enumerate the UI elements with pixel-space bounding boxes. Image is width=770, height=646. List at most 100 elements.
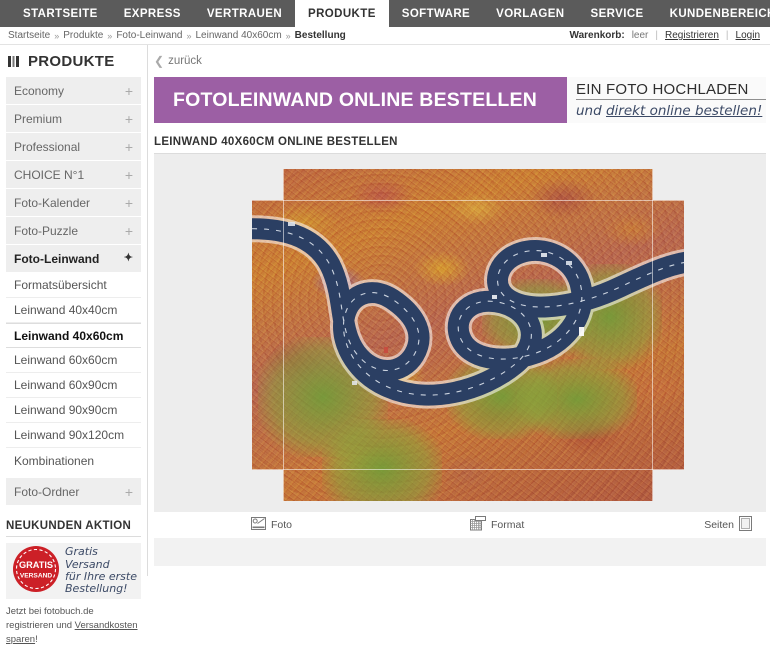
tool-foto[interactable]: Foto — [251, 517, 292, 533]
sidebar-item-label: Premium — [14, 111, 63, 126]
plus-icon: + — [124, 82, 133, 99]
pages-icon — [739, 516, 752, 534]
sidebar-item-choice-no1[interactable]: CHOICE N°1 + — [6, 161, 141, 189]
banner-upload-subline-pre: und — [576, 103, 606, 119]
nav-item-vertrauen[interactable]: VERTRAUEN — [194, 0, 295, 27]
nav-item-express[interactable]: EXPRESS — [111, 0, 194, 27]
sidebar-item-foto-ordner[interactable]: Foto-Ordner + — [6, 478, 141, 506]
promo-note-suffix: ! — [35, 633, 38, 645]
sidebar-subitem-label: Leinwand 60x90cm — [14, 378, 118, 392]
content-bottom-spacer — [154, 538, 766, 566]
nav-label: VERTRAUEN — [206, 7, 283, 20]
chevron-left-icon: ❮ — [154, 54, 165, 68]
gratis-versand-stamp-icon: GRATIS VERSAND — [10, 543, 62, 600]
svg-text:GRATIS: GRATIS — [19, 560, 53, 570]
main-content: ❮ zurück FOTOLEINWAND ONLINE BESTELLEN E… — [148, 45, 770, 576]
sidebar-subitem-label: Leinwand 90x120cm — [14, 428, 125, 442]
breadcrumb-item-leinwand-40x60cm[interactable]: Leinwand 40x60cm — [195, 30, 281, 41]
sidebar-subitem-label: Leinwand 90x90cm — [14, 403, 118, 417]
breadcrumb-item-foto-leinwand[interactable]: Foto-Leinwand — [116, 30, 182, 41]
format-icon — [470, 516, 487, 534]
register-link[interactable]: Registrieren — [665, 30, 719, 41]
nav-label: VORLAGEN — [496, 7, 565, 20]
nav-label: PRODUKTE — [308, 7, 376, 20]
sidebar-subitem-leinwand-90x120cm[interactable]: Leinwand 90x120cm — [6, 423, 141, 448]
banner-upload-subline-link[interactable]: direkt online bestellen! — [606, 103, 762, 119]
sidebar-item-label: Foto-Leinwand — [14, 251, 100, 266]
canvas-toolbar: Foto Format Seiten — [154, 512, 766, 538]
sidebar-subitem-formatuebersicht[interactable]: Formatsübersicht — [6, 273, 141, 298]
page-title: LEINWAND 40X60CM ONLINE BESTELLEN — [154, 136, 766, 154]
plus-icon: + — [124, 110, 133, 127]
canvas-photo-frame[interactable] — [252, 169, 684, 501]
sidebar-item-foto-leinwand[interactable]: Foto-Leinwand ✦ — [6, 245, 141, 273]
breadcrumb-item-produkte[interactable]: Produkte — [63, 30, 103, 41]
sidebar-item-label: Foto-Kalender — [14, 195, 91, 210]
sidebar-item-label: Foto-Puzzle — [14, 223, 79, 238]
back-button[interactable]: ❮ zurück — [148, 45, 202, 68]
nav-item-produkte[interactable]: PRODUKTE — [295, 0, 389, 27]
back-button-label: zurück — [168, 55, 202, 67]
breadcrumb-item-bestellung: Bestellung — [294, 30, 346, 41]
tool-format-label: Format — [491, 519, 525, 531]
sidebar-item-economy[interactable]: Economy + — [6, 77, 141, 105]
divider: | — [725, 30, 729, 41]
sidebar-category-list: Economy + Premium + Professional + CHOIC… — [0, 77, 147, 273]
promo-text: Gratis Versand für Ihre erste Bestellung… — [62, 546, 137, 595]
login-link[interactable]: Login — [736, 30, 760, 41]
top-navigation: STARTSEITE EXPRESS VERTRAUEN PRODUKTE SO… — [0, 0, 770, 27]
banner-upload-callout: EIN FOTO HOCHLADEN und direkt online bes… — [567, 77, 766, 123]
plus-icon: + — [124, 166, 133, 183]
nav-item-service[interactable]: SERVICE — [578, 0, 657, 27]
sidebar-subitem-kombinationen[interactable]: Kombinationen — [6, 448, 141, 473]
tool-seiten-label: Seiten — [704, 519, 734, 531]
banner-title-block: FOTOLEINWAND ONLINE BESTELLEN — [154, 77, 567, 123]
plus-icon: + — [124, 222, 133, 239]
corner-mask-top-right — [653, 169, 684, 200]
cart-value: leer — [631, 30, 649, 41]
sidebar-item-foto-kalender[interactable]: Foto-Kalender + — [6, 189, 141, 217]
banner-upload-subline: und direkt online bestellen! — [576, 103, 766, 119]
sidebar-subitem-leinwand-40x60cm[interactable]: Leinwand 40x60cm — [6, 323, 141, 348]
banner-upload-headline: EIN FOTO HOCHLADEN — [576, 81, 766, 100]
corner-mask-bottom-right — [653, 470, 684, 501]
promo-title: NEUKUNDEN AKTION — [6, 520, 141, 537]
sidebar-item-foto-puzzle[interactable]: Foto-Puzzle + — [6, 217, 141, 245]
promo-note: Jetzt bei fotobuch.de registrieren und V… — [6, 605, 141, 646]
nav-item-startseite[interactable]: STARTSEITE — [10, 0, 111, 27]
sidebar-subitem-leinwand-60x60cm[interactable]: Leinwand 60x60cm — [6, 348, 141, 373]
sidebar-subitem-label: Leinwand 60x60cm — [14, 353, 118, 367]
promo-headline-banner: FOTOLEINWAND ONLINE BESTELLEN EIN FOTO H… — [154, 77, 766, 123]
breadcrumb-item-startseite[interactable]: Startseite — [8, 30, 50, 41]
sidebar-item-professional[interactable]: Professional + — [6, 133, 141, 161]
cart-label: Warenkorb: — [569, 30, 625, 41]
tool-seiten[interactable]: Seiten — [704, 516, 752, 534]
sidebar-subitem-label: Kombinationen — [14, 453, 95, 468]
divider: | — [655, 30, 658, 41]
nav-label: EXPRESS — [123, 7, 181, 20]
nav-item-software[interactable]: SOFTWARE — [389, 0, 483, 27]
sidebar-subitem-leinwand-90x90cm[interactable]: Leinwand 90x90cm — [6, 398, 141, 423]
tool-format[interactable]: Format — [470, 516, 524, 534]
sidebar-subitem-leinwand-40x40cm[interactable]: Leinwand 40x40cm — [6, 298, 141, 323]
corner-mask-top-left — [252, 169, 283, 200]
promo-banner[interactable]: GRATIS VERSAND Gratis Versand für Ihre e… — [6, 543, 141, 599]
sidebar-item-label: CHOICE N°1 — [14, 167, 85, 182]
sidebar-subitem-label: Leinwand 40x60cm — [14, 328, 124, 343]
sidebar-item-premium[interactable]: Premium + — [6, 105, 141, 133]
promo-line-1: Gratis Versand — [65, 545, 110, 571]
sidebar-title: PRODUKTE — [28, 53, 115, 70]
sidebar-subitem-label: Formatsübersicht — [14, 278, 107, 292]
tool-foto-label: Foto — [271, 519, 293, 531]
sidebar-item-label: Foto-Ordner — [14, 484, 80, 499]
sidebar-subitem-label: Leinwand 40x40cm — [14, 303, 118, 317]
sidebar-subitem-leinwand-60x90cm[interactable]: Leinwand 60x90cm — [6, 373, 141, 398]
corner-mask-bottom-left — [252, 470, 283, 501]
nav-item-vorlagen[interactable]: VORLAGEN — [483, 0, 577, 27]
canvas-preview-stage[interactable] — [154, 154, 766, 512]
breadcrumb: Startseite » Produkte » Foto-Leinwand » … — [8, 30, 346, 41]
header-account-area: Warenkorb: leer | Registrieren | Login — [570, 30, 761, 41]
nav-label: KUNDENBEREICH — [669, 7, 770, 20]
nav-item-kundenbereich[interactable]: KUNDENBEREICH — [657, 0, 770, 27]
sidebar-header: PRODUKTE — [0, 45, 147, 77]
